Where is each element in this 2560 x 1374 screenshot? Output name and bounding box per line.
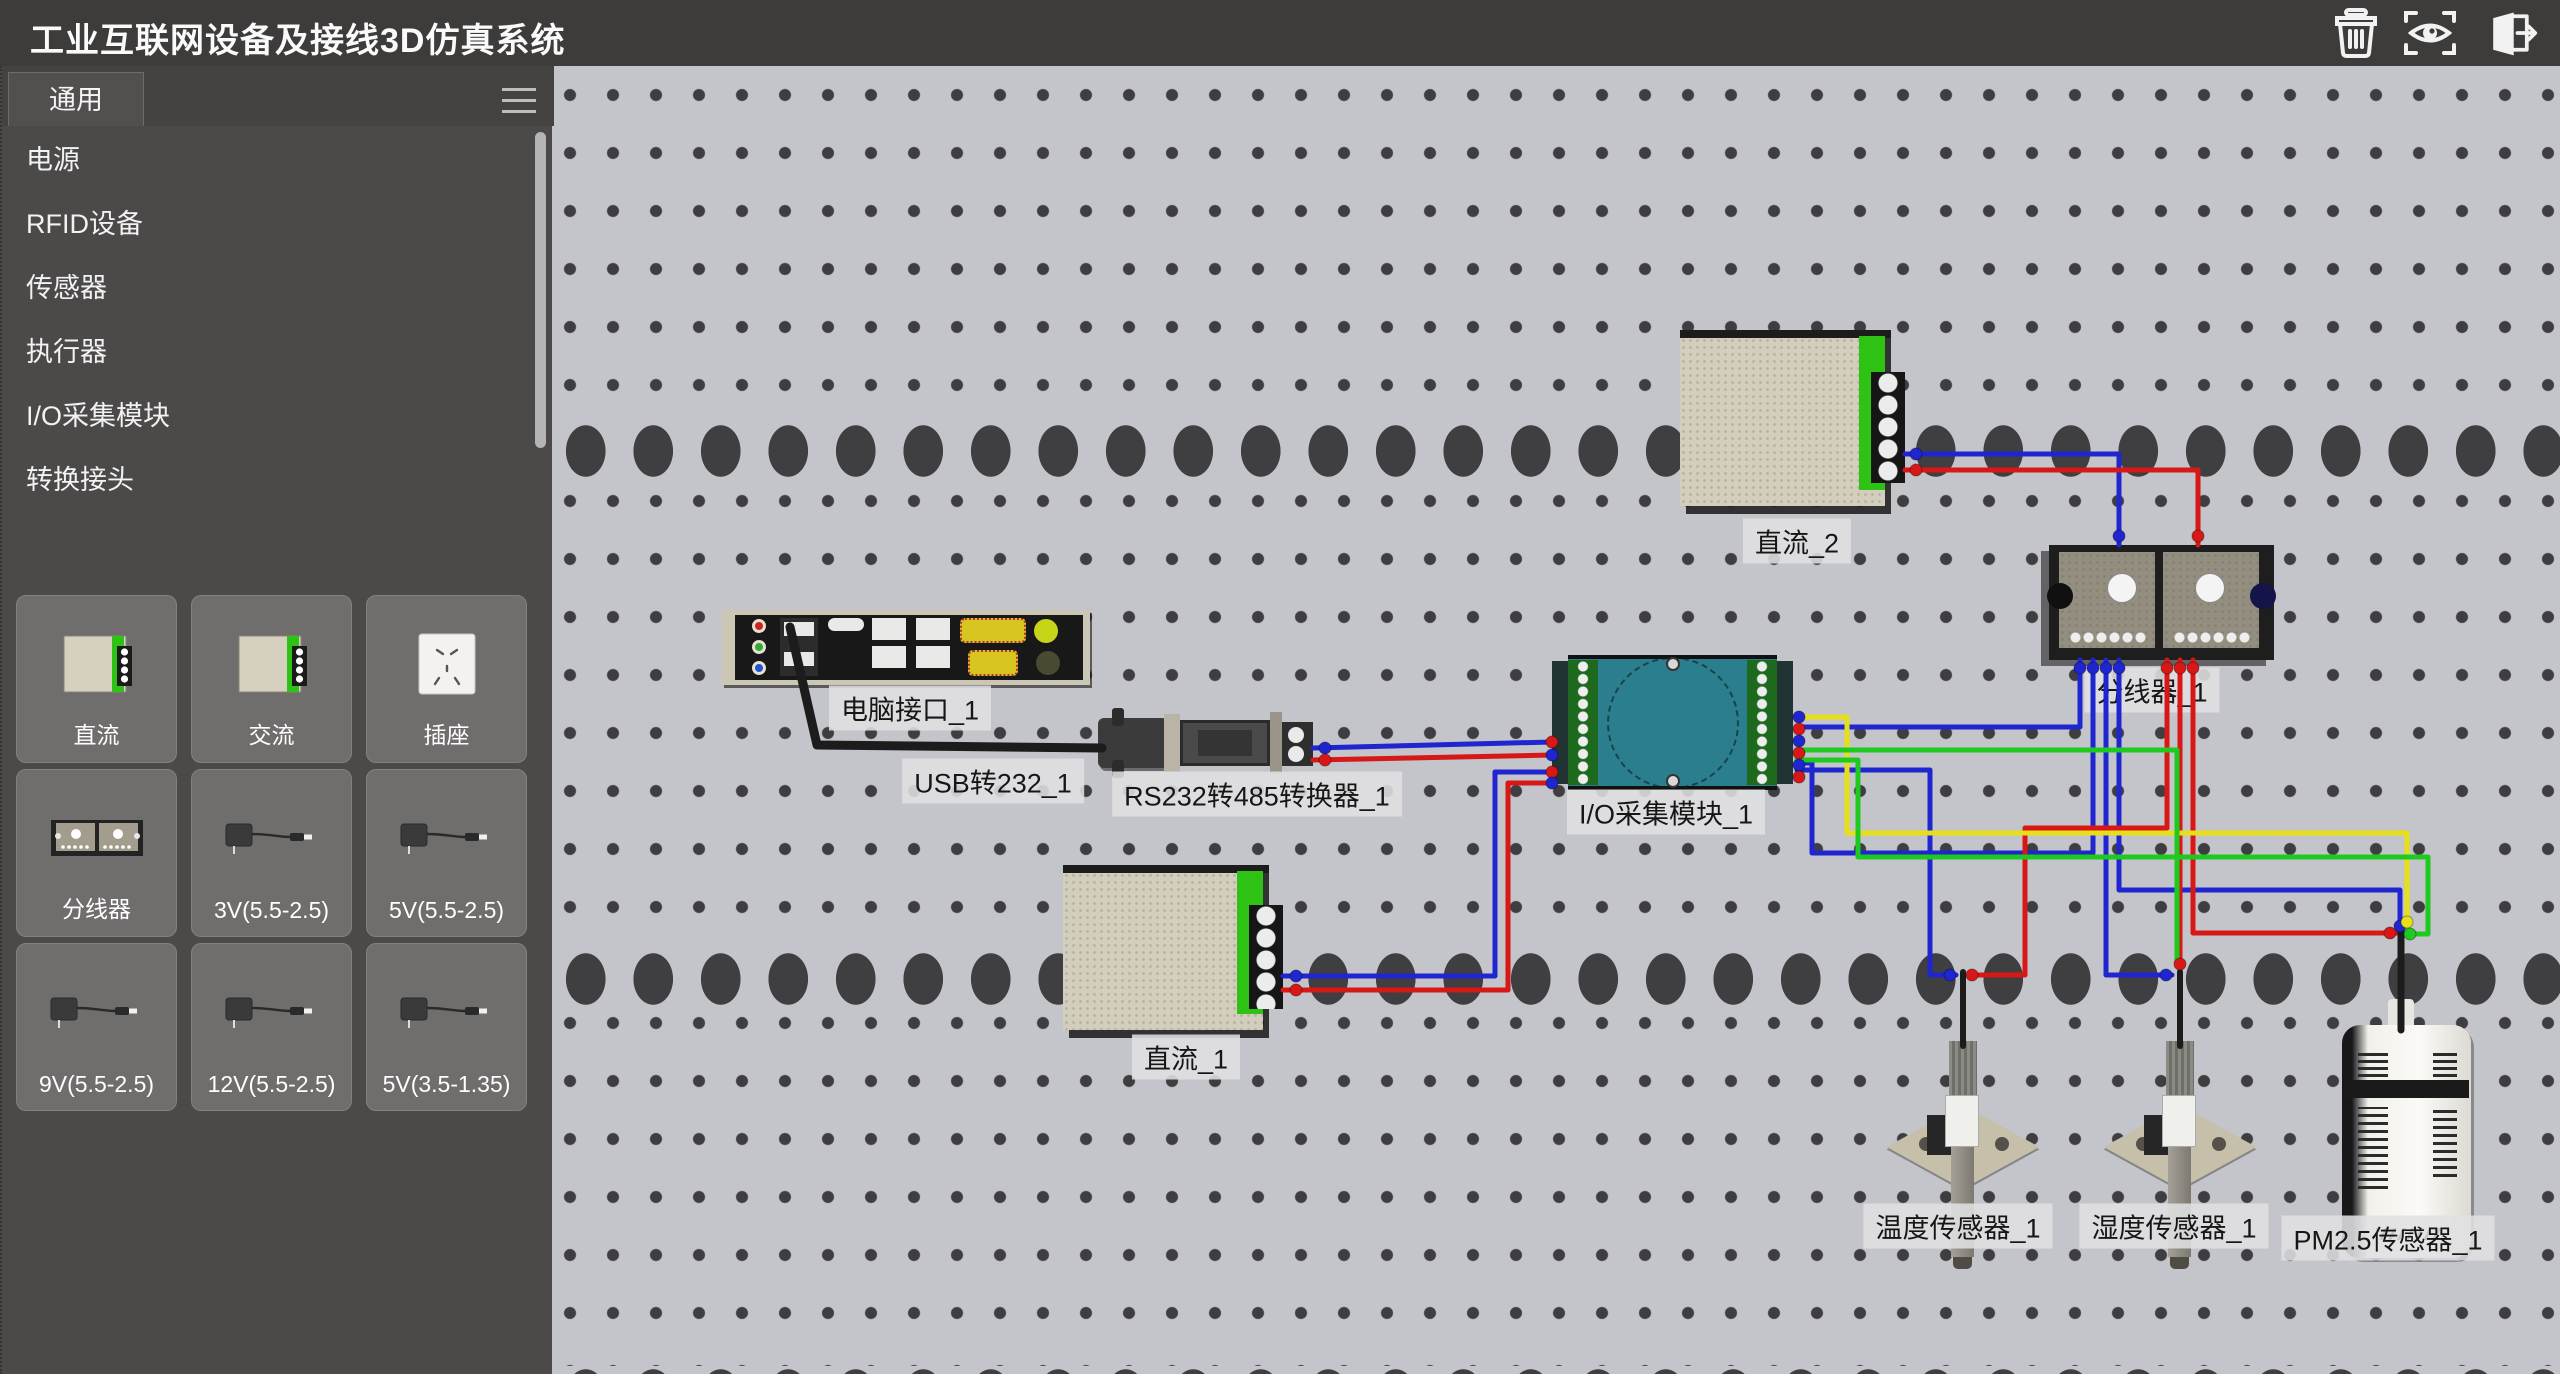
palette-tile-5[interactable]: 5V(5.5-2.5) (366, 769, 527, 937)
wire-blue-8 (1797, 660, 2093, 853)
wire-blue-3 (1313, 742, 1552, 748)
adapter-icon (192, 788, 351, 888)
wire-connector-dot (2160, 969, 2172, 981)
wire-connector-dot (2401, 916, 2413, 928)
wire-connector-dot (2113, 662, 2125, 674)
wire-connector-dot (1793, 759, 1805, 771)
wire-connector-dot (1319, 742, 1331, 754)
palette-tile-2[interactable]: 插座 (366, 595, 527, 763)
device-label-usb232: USB转232_1 (902, 759, 1084, 804)
wire-connector-dot (2192, 530, 2204, 542)
wire-connector-dot (1793, 735, 1805, 747)
device-label-temp: 温度传感器_1 (1863, 1204, 2052, 1249)
wire-connector-dot (2113, 530, 2125, 542)
sidebar-category-3[interactable]: 执行器 (2, 320, 554, 384)
exit-icon[interactable] (2482, 7, 2538, 59)
sidebar-category-0[interactable]: 电源 (2, 128, 554, 192)
palette-tile-label: 分线器 (17, 890, 176, 924)
device-label-pc: 电脑接口_1 (829, 686, 991, 731)
palette-tile-4[interactable]: 3V(5.5-2.5) (191, 769, 352, 937)
palette-tile-6[interactable]: 9V(5.5-2.5) (16, 943, 177, 1111)
palette-tile-label: 交流 (192, 716, 351, 750)
wire-connector-dot (1793, 723, 1805, 735)
wire-connector-dot (2174, 662, 2186, 674)
splitter-icon (17, 788, 176, 888)
wire-connector-dot (2100, 662, 2112, 674)
palette-tile-label: 直流 (17, 716, 176, 750)
wire-connector-dot (1793, 747, 1805, 759)
component-palette: 直流交流插座分线器 3V(5.5-2.5) 5V(5.5-2.5) 9V(5.5-2.… (2, 593, 554, 1374)
device-label-dc1: 直流_1 (1132, 1035, 1240, 1080)
app-window: 工业互联网设备及接线3D仿真系统 (0, 0, 2560, 1374)
sidebar: 通用 电源RFID设备传感器执行器I/O采集模块转换接头 直流交流插座分线器 3V… (0, 66, 552, 1374)
sidebar-category-2[interactable]: 传感器 (2, 256, 554, 320)
top-bar: 工业互联网设备及接线3D仿真系统 (0, 0, 2560, 66)
menu-scrollbar[interactable] (535, 132, 546, 448)
palette-tile-3[interactable]: 分线器 (16, 769, 177, 937)
wire-connector-dot (2384, 927, 2396, 939)
palette-tile-label: 5V(5.5-2.5) (367, 897, 526, 924)
adapter-icon (367, 962, 526, 1062)
app-title: 工业互联网设备及接线3D仿真系统 (30, 13, 565, 62)
wire-red-12 (1970, 660, 2167, 975)
palette-tile-label: 插座 (367, 716, 526, 750)
wire-blue-11 (1797, 770, 1956, 975)
wire-connector-dot (1944, 969, 1956, 981)
wire-connector-dot (2404, 928, 2416, 940)
device-label-dc2: 直流_2 (1743, 519, 1851, 564)
wire-connector-dot (1546, 777, 1558, 789)
sidebar-category-4[interactable]: I/O采集模块 (2, 384, 554, 448)
device-label-pm25: PM2.5传感器_1 (2281, 1216, 2494, 1261)
wire-green-17 (1797, 760, 2428, 934)
sidebar-category-1[interactable]: RFID设备 (2, 192, 554, 256)
palette-tile-label: 12V(5.5-2.5) (192, 1071, 351, 1098)
socket-icon (367, 614, 526, 714)
wire-red-2 (1905, 470, 2198, 545)
wire-blue-9 (2106, 660, 2172, 975)
wire-connector-dot (2187, 662, 2199, 674)
menu-icon[interactable] (502, 88, 536, 114)
category-menu: 电源RFID设备传感器执行器I/O采集模块转换接头 (2, 128, 554, 588)
wire-connector-dot (1546, 766, 1558, 778)
adapter-icon (192, 962, 351, 1062)
palette-tile-8[interactable]: 5V(3.5-1.35) (366, 943, 527, 1111)
wire-connector-dot (1966, 969, 1978, 981)
wire-connector-dot (2087, 662, 2099, 674)
sidebar-category-5[interactable]: 转换接头 (2, 448, 554, 512)
wire-connector-dot (2074, 662, 2086, 674)
wire-connector-dot (1910, 448, 1922, 460)
wire-red-4 (1313, 755, 1552, 760)
palette-tile-label: 3V(5.5-2.5) (192, 897, 351, 924)
adapter-icon (17, 962, 176, 1062)
device-label-rs485: RS232转485转换器_1 (1112, 772, 1402, 817)
palette-tile-1[interactable]: 交流 (191, 595, 352, 763)
wire-connector-dot (1910, 464, 1922, 476)
palette-tile-0[interactable]: 直流 (16, 595, 177, 763)
palette-tile-label: 9V(5.5-2.5) (17, 1071, 176, 1098)
sidebar-tabstrip: 通用 (2, 66, 554, 126)
device-label-hum: 湿度传感器_1 (2079, 1204, 2268, 1249)
wire-connector-dot (1793, 771, 1805, 783)
wire-connector-dot (1546, 749, 1558, 761)
wire-connector-dot (1546, 736, 1558, 748)
delete-icon[interactable] (2328, 7, 2384, 59)
wire-blue-10 (2119, 660, 2400, 930)
wire-connector-dot (1290, 970, 1302, 982)
workspace-canvas[interactable]: 直流_2 电脑接口_1 USB转232_1 RS232转485转换器_1 I/O采集模块… (552, 66, 2560, 1374)
device-label-io: I/O采集模块_1 (1567, 790, 1765, 835)
wire-connector-dot (1290, 984, 1302, 996)
wire-connector-dot (2161, 662, 2173, 674)
power-box-icon (17, 614, 176, 714)
palette-tile-7[interactable]: 12V(5.5-2.5) (191, 943, 352, 1111)
wire-connector-dot (2174, 958, 2186, 970)
adapter-icon (367, 788, 526, 888)
power-box-icon (192, 614, 351, 714)
tab-general[interactable]: 通用 (8, 72, 144, 126)
palette-tile-label: 5V(3.5-1.35) (367, 1071, 526, 1098)
preview-icon[interactable] (2402, 7, 2458, 59)
wire-connector-dot (1793, 711, 1805, 723)
wire-connector-dot (1319, 754, 1331, 766)
